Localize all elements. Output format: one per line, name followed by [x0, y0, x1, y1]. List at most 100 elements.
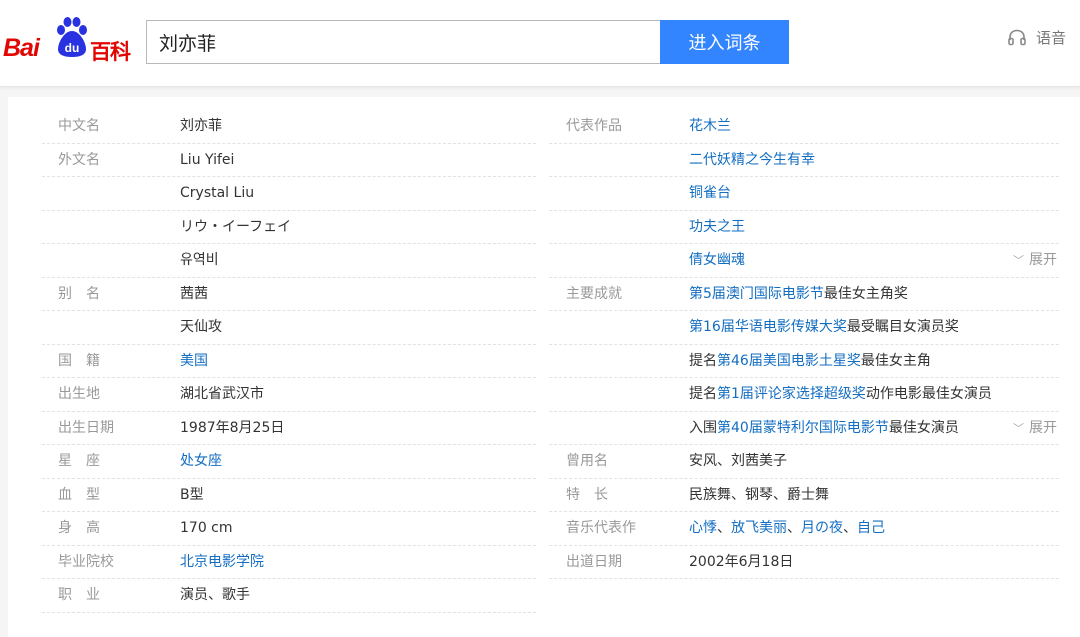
info-value: B型	[180, 486, 204, 503]
info-row: 中文名 刘亦菲	[42, 110, 536, 144]
info-link[interactable]: 第1届评论家选择超级奖	[717, 386, 866, 402]
info-label: 血 型	[58, 486, 100, 503]
info-text: 最佳女演员	[888, 419, 959, 436]
info-row: 出生地 湖北省武汉市	[42, 378, 536, 412]
info-value: Crystal Liu	[180, 185, 255, 201]
info-value: 演员、歌手	[180, 587, 250, 603]
info-row: 天仙攻	[42, 311, 536, 345]
baidu-paw-icon: du	[57, 17, 87, 57]
info-value: 美国	[180, 345, 208, 377]
chevron-down-icon: ﹀	[1013, 421, 1024, 435]
info-value: 提名第1届评论家选择超级奖动作电影最佳女演员	[689, 378, 992, 410]
info-row: 第16届华语电影传媒大奖最受瞩目女演员奖	[549, 311, 1059, 345]
enter-entry-button[interactable]: 进入词条	[660, 20, 789, 64]
info-row: Crystal Liu	[42, 177, 536, 211]
info-label: 职 业	[58, 587, 100, 603]
info-link[interactable]: 心悸	[689, 520, 717, 536]
info-row: 功夫之王	[549, 211, 1059, 244]
info-value: 유역비	[180, 252, 219, 268]
info-value: 民族舞、钢琴、爵士舞	[689, 486, 829, 503]
expand-button[interactable]: ﹀ 展开	[1013, 244, 1057, 277]
info-link[interactable]: 北京电影学院	[180, 554, 264, 570]
info-label: 毕业院校	[58, 553, 114, 570]
info-link[interactable]: 放飞美丽	[731, 520, 787, 536]
info-label: 出生日期	[58, 419, 114, 436]
info-link[interactable]: 第40届蒙特利尔国际电影节	[717, 420, 889, 436]
voice-button[interactable]: 语音	[1007, 27, 1066, 47]
info-link[interactable]: 花木兰	[689, 118, 731, 134]
info-value: 茜茜	[180, 285, 208, 302]
info-row: 血 型 B型	[42, 479, 536, 512]
voice-label: 语音	[1036, 28, 1067, 47]
info-value: 170 cm	[180, 520, 233, 536]
info-text: 最佳女主角	[860, 352, 931, 369]
separator: 、	[787, 520, 801, 536]
info-text: 入围	[689, 419, 717, 436]
info-label: 别 名	[58, 285, 100, 302]
info-link[interactable]: 月の夜	[801, 520, 843, 536]
info-row: 出道日期 2002年6月18日	[549, 546, 1059, 579]
info-link[interactable]: 处女座	[180, 453, 222, 469]
info-value: 2002年6月18日	[689, 553, 794, 570]
info-value: 第5届澳门国际电影节最佳女主角奖	[689, 278, 908, 310]
info-row: 二代妖精之今生有幸	[549, 144, 1059, 177]
info-row: 特 长 民族舞、钢琴、爵士舞	[549, 479, 1059, 512]
search-box	[146, 20, 660, 64]
expand-button[interactable]: ﹀ 展开	[1013, 412, 1057, 445]
info-label: 主要成就	[566, 285, 622, 302]
info-link[interactable]: 铜雀台	[689, 185, 731, 201]
basic-info-right-column: 代表作品 花木兰二代妖精之今生有幸 铜雀台功夫之王倩女幽魂 ﹀ 展开主要成就 第5届澳门国…	[549, 110, 1059, 579]
search-input[interactable]	[147, 21, 659, 63]
info-value: 功夫之王	[689, 211, 745, 243]
baidu-baike-logo[interactable]: Bai du 百科	[3, 16, 135, 64]
info-label: 曾用名	[566, 453, 608, 469]
info-row: 铜雀台	[549, 177, 1059, 211]
info-row: 유역비	[42, 244, 536, 278]
info-label: 星 座	[58, 453, 100, 469]
info-value: 心悸、放飞美丽、月の夜、自己	[689, 512, 885, 544]
info-value: 处女座	[180, 445, 222, 477]
info-text: 提名	[689, 352, 717, 369]
logo-bai-text: Bai	[3, 34, 40, 62]
info-value: 入围第40届蒙特利尔国际电影节最佳女演员	[689, 412, 959, 444]
header-bar: Bai du 百科 进入词条 语音	[0, 0, 1080, 87]
info-row: 别 名 茜茜	[42, 278, 536, 311]
info-link[interactable]: 功夫之王	[689, 219, 745, 235]
expand-label: 展开	[1029, 252, 1057, 268]
info-row: 职 业 演员、歌手	[42, 579, 536, 613]
logo-baike-text: 百科	[90, 40, 131, 64]
info-value: 提名第46届美国电影土星奖最佳女主角	[689, 345, 931, 377]
info-link[interactable]: 自己	[857, 520, 885, 536]
chevron-down-icon: ﹀	[1013, 254, 1024, 267]
info-label: 中文名	[58, 118, 100, 134]
info-text: 动作电影最佳女演员	[865, 386, 992, 402]
info-link[interactable]: 二代妖精之今生有幸	[689, 152, 815, 168]
info-label: 外文名	[58, 151, 100, 168]
info-label: 音乐代表作	[566, 520, 636, 536]
info-label: 出道日期	[566, 553, 622, 570]
info-value: 北京电影学院	[180, 546, 264, 578]
info-value: リウ・イーフェイ	[180, 218, 292, 235]
info-value: 花木兰	[689, 110, 731, 142]
info-value: 天仙攻	[180, 319, 222, 335]
info-value: 铜雀台	[689, 177, 731, 209]
info-link[interactable]: 美国	[180, 353, 208, 369]
info-link[interactable]: 第16届华语电影传媒大奖	[689, 319, 847, 335]
info-row: 倩女幽魂 ﹀ 展开	[549, 244, 1059, 278]
info-label: 代表作品	[566, 118, 622, 134]
info-link[interactable]: 倩女幽魂	[689, 252, 745, 268]
info-row: リウ・イーフェイ	[42, 211, 536, 244]
info-row: 出生日期 1987年8月25日	[42, 412, 536, 445]
info-value: 安风、刘茜美子	[689, 453, 787, 469]
info-label: 国 籍	[58, 352, 100, 369]
info-row: 毕业院校 北京电影学院	[42, 546, 536, 579]
basic-info-left-column: 中文名 刘亦菲外文名 Liu Yifei Crystal Liu リウ・イーフェイ 유역비…	[42, 110, 536, 613]
info-value: Liu Yifei	[180, 151, 235, 168]
info-link[interactable]: 第5届澳门国际电影节	[689, 286, 824, 302]
info-row: 音乐代表作 心悸、放飞美丽、月の夜、自己	[549, 512, 1059, 546]
separator: 、	[843, 520, 857, 536]
info-label: 出生地	[58, 386, 100, 402]
headphones-icon	[1008, 29, 1026, 46]
info-link[interactable]: 第46届美国电影土星奖	[717, 353, 861, 369]
info-text: 提名	[689, 386, 717, 402]
